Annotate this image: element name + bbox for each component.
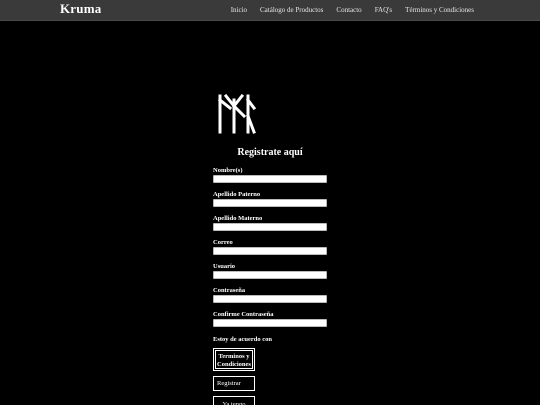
apellido-materno-label: Apellido Materno <box>213 215 263 222</box>
usuario-label: Usuario <box>213 263 236 270</box>
register-button[interactable]: Registrar <box>213 376 255 391</box>
kruma-rune-logo-icon <box>217 93 256 134</box>
confirme-contrasena-label: Confirme Contraseña <box>213 311 274 318</box>
terms-button[interactable]: Terminos y Condiciones <box>212 347 256 372</box>
top-navbar: Kruma Inicio Catálogo de Productos Conta… <box>0 0 540 21</box>
nav-link-inicio[interactable]: Inicio <box>231 6 247 14</box>
register-form-title: Registrate aquí <box>237 147 303 158</box>
apellido-paterno-label: Apellido Paterno <box>213 191 261 198</box>
agree-label: Estoy de acuerdo con <box>213 336 273 343</box>
nav-link-terminos[interactable]: Términos y Condiciones <box>405 6 474 14</box>
nav-link-faqs[interactable]: FAQ's <box>375 6 392 14</box>
confirme-contrasena-input[interactable] <box>213 319 327 327</box>
nav-links: Inicio Catálogo de Productos Contacto FA… <box>231 6 474 14</box>
correo-input[interactable] <box>213 247 327 255</box>
usuario-input[interactable] <box>213 271 327 279</box>
brand-logo-text[interactable]: Kruma <box>60 1 101 17</box>
correo-label: Correo <box>213 239 233 246</box>
apellido-paterno-input[interactable] <box>213 199 327 207</box>
nav-link-contacto[interactable]: Contacto <box>336 6 361 14</box>
contrasena-label: Contraseña <box>213 287 246 294</box>
nombre-input[interactable] <box>213 175 327 183</box>
nav-link-catalogo[interactable]: Catálogo de Productos <box>260 6 323 14</box>
nombre-label: Nombre(s) <box>213 167 243 174</box>
contrasena-input[interactable] <box>213 295 327 303</box>
already-have-account-button[interactable]: Ya tengo <box>213 396 255 405</box>
apellido-materno-input[interactable] <box>213 223 327 231</box>
